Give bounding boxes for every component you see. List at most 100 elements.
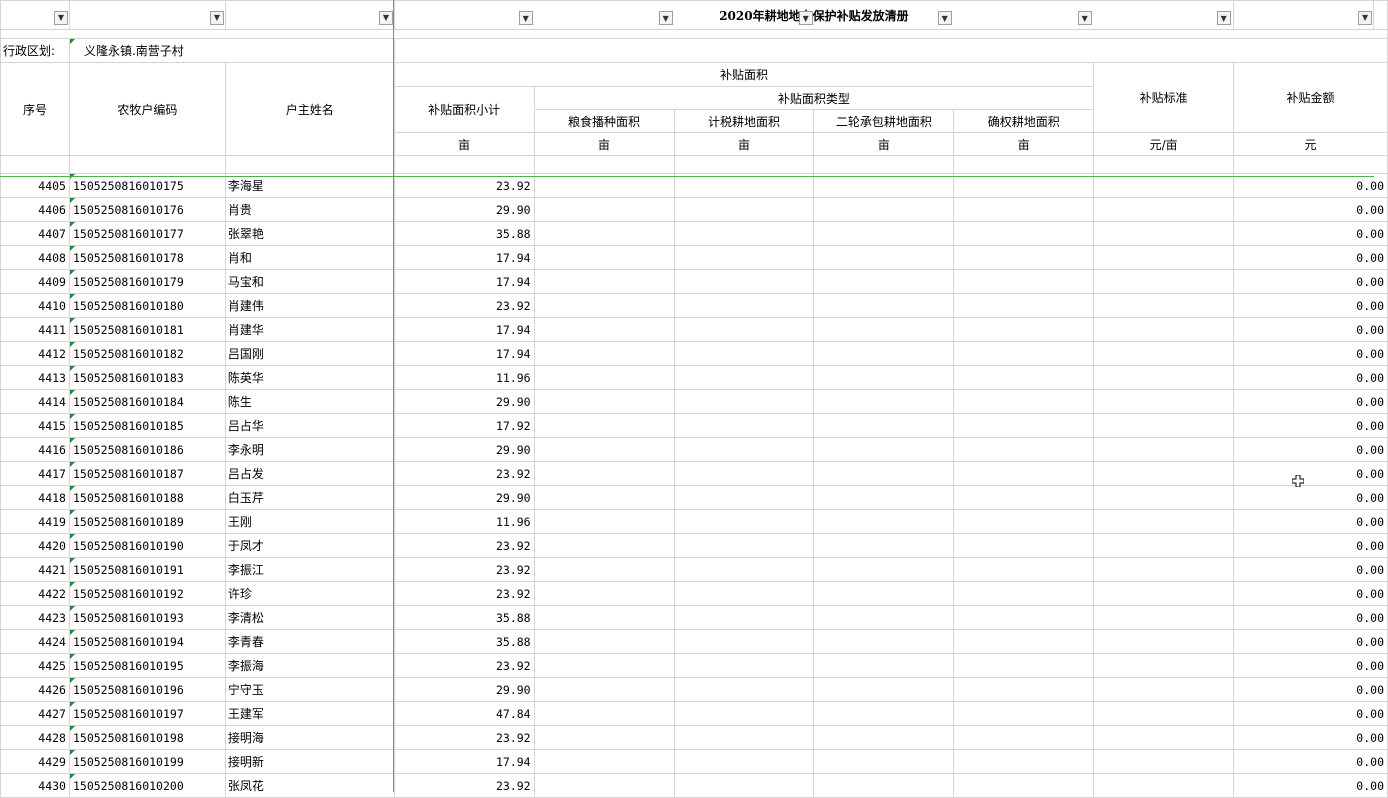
empty-cell[interactable] — [224, 155, 395, 174]
table-row[interactable]: 4426 1505250816010196 宁守玉 29.90 0.00 — [0, 677, 1388, 702]
table-row[interactable]: 4422 1505250816010192 许珍 23.92 0.00 — [0, 581, 1388, 606]
name-cell[interactable]: 肖贵 — [224, 197, 395, 222]
seq-cell[interactable]: 4420 — [0, 533, 70, 558]
table-row[interactable]: 4410 1505250816010180 肖建伟 23.92 0.00 — [0, 293, 1388, 318]
code-cell[interactable]: 1505250816010196 — [68, 677, 226, 702]
empty-cell[interactable] — [68, 155, 226, 174]
grain-cell[interactable] — [533, 341, 675, 366]
taxed-cell[interactable] — [673, 533, 815, 558]
grain-cell[interactable] — [533, 173, 675, 198]
code-cell[interactable]: 1505250816010197 — [68, 701, 226, 726]
second-contract-cell[interactable] — [813, 293, 955, 318]
name-cell[interactable]: 接明新 — [224, 749, 395, 774]
amount-cell[interactable]: 0.00 — [1233, 173, 1388, 198]
confirmed-cell[interactable] — [953, 557, 1095, 582]
grain-cell[interactable] — [533, 365, 675, 390]
standard-cell[interactable] — [1093, 653, 1235, 678]
seq-cell[interactable]: 4428 — [0, 725, 70, 750]
table-row[interactable]: 4413 1505250816010183 陈英华 11.96 0.00 — [0, 365, 1388, 390]
code-cell[interactable]: 1505250816010188 — [68, 485, 226, 510]
empty-cell[interactable] — [673, 155, 815, 174]
grain-cell[interactable] — [533, 317, 675, 342]
confirmed-cell[interactable] — [953, 485, 1095, 510]
grain-cell[interactable] — [533, 629, 675, 654]
taxed-cell[interactable] — [673, 629, 815, 654]
table-row[interactable]: 4416 1505250816010186 李永明 29.90 0.00 — [0, 437, 1388, 462]
taxed-cell[interactable] — [673, 557, 815, 582]
seq-cell[interactable]: 4418 — [0, 485, 70, 510]
filter-dropdown-icon[interactable]: ▼ — [1358, 11, 1373, 25]
name-cell[interactable]: 吕占发 — [224, 461, 395, 486]
taxed-cell[interactable] — [673, 485, 815, 510]
confirmed-cell[interactable] — [953, 173, 1095, 198]
name-cell[interactable]: 陈生 — [224, 389, 395, 414]
filter-dropdown-icon[interactable]: ▼ — [518, 11, 533, 25]
seq-cell[interactable]: 4412 — [0, 341, 70, 366]
header-area-subtotal[interactable]: 补贴面积小计 — [393, 86, 535, 133]
area-cell[interactable]: 11.96 — [393, 365, 535, 390]
taxed-cell[interactable] — [673, 269, 815, 294]
name-cell[interactable]: 肖和 — [224, 245, 395, 270]
amount-cell[interactable]: 0.00 — [1233, 749, 1388, 774]
confirmed-cell[interactable] — [953, 581, 1095, 606]
code-cell[interactable]: 1505250816010180 — [68, 293, 226, 318]
taxed-cell[interactable] — [673, 389, 815, 414]
confirmed-cell[interactable] — [953, 749, 1095, 774]
table-row[interactable]: 4428 1505250816010198 接明海 23.92 0.00 — [0, 725, 1388, 750]
amount-cell[interactable]: 0.00 — [1233, 533, 1388, 558]
grain-cell[interactable] — [533, 677, 675, 702]
header-second-contract[interactable]: 二轮承包耕地面积 — [813, 109, 955, 133]
name-cell[interactable]: 吕占华 — [224, 413, 395, 438]
empty-cell[interactable] — [393, 155, 535, 174]
taxed-cell[interactable] — [673, 725, 815, 750]
empty-cell[interactable] — [533, 155, 675, 174]
header-name[interactable]: 户主姓名 — [224, 62, 395, 156]
amount-cell[interactable]: 0.00 — [1233, 581, 1388, 606]
second-contract-cell[interactable] — [813, 437, 955, 462]
grain-cell[interactable] — [533, 773, 675, 798]
taxed-cell[interactable] — [673, 245, 815, 270]
empty-cell[interactable] — [393, 38, 1388, 63]
grain-cell[interactable] — [533, 485, 675, 510]
area-cell[interactable]: 23.92 — [393, 557, 535, 582]
code-cell[interactable]: 1505250816010193 — [68, 605, 226, 630]
table-row[interactable]: 4408 1505250816010178 肖和 17.94 0.00 — [0, 245, 1388, 270]
standard-cell[interactable] — [1093, 341, 1235, 366]
filter-dropdown-icon[interactable]: ▼ — [937, 11, 952, 25]
code-cell[interactable]: 1505250816010189 — [68, 509, 226, 534]
table-row[interactable]: 4405 1505250816010175 李海星 23.92 0.00 — [0, 173, 1388, 198]
standard-cell[interactable] — [1093, 437, 1235, 462]
amount-cell[interactable]: 0.00 — [1233, 365, 1388, 390]
name-cell[interactable]: 陈英华 — [224, 365, 395, 390]
header-grain[interactable]: 粮食播种面积 — [533, 109, 675, 133]
area-cell[interactable]: 23.92 — [393, 533, 535, 558]
confirmed-cell[interactable] — [953, 413, 1095, 438]
standard-cell[interactable] — [1093, 773, 1235, 798]
amount-cell[interactable]: 0.00 — [1233, 677, 1388, 702]
area-cell[interactable]: 17.94 — [393, 269, 535, 294]
standard-cell[interactable] — [1093, 197, 1235, 222]
amount-cell[interactable]: 0.00 — [1233, 725, 1388, 750]
name-cell[interactable]: 肖建伟 — [224, 293, 395, 318]
table-row[interactable]: 4421 1505250816010191 李振江 23.92 0.00 — [0, 557, 1388, 582]
seq-cell[interactable]: 4410 — [0, 293, 70, 318]
taxed-cell[interactable] — [673, 413, 815, 438]
confirmed-cell[interactable] — [953, 461, 1095, 486]
amount-cell[interactable]: 0.00 — [1233, 509, 1388, 534]
area-cell[interactable]: 23.92 — [393, 461, 535, 486]
filter-dropdown-icon[interactable]: ▼ — [378, 11, 393, 25]
confirmed-cell[interactable] — [953, 269, 1095, 294]
code-cell[interactable]: 1505250816010175 — [68, 173, 226, 198]
name-cell[interactable]: 接明海 — [224, 725, 395, 750]
unit-confirmed[interactable]: 亩 — [953, 132, 1095, 156]
name-cell[interactable]: 张凤花 — [224, 773, 395, 798]
code-cell[interactable]: 1505250816010185 — [68, 413, 226, 438]
second-contract-cell[interactable] — [813, 461, 955, 486]
header-standard[interactable]: 补贴标准 — [1093, 62, 1235, 133]
area-cell[interactable]: 29.90 — [393, 389, 535, 414]
amount-cell[interactable]: 0.00 — [1233, 341, 1388, 366]
standard-cell[interactable] — [1093, 605, 1235, 630]
confirmed-cell[interactable] — [953, 317, 1095, 342]
taxed-cell[interactable] — [673, 293, 815, 318]
standard-cell[interactable] — [1093, 677, 1235, 702]
